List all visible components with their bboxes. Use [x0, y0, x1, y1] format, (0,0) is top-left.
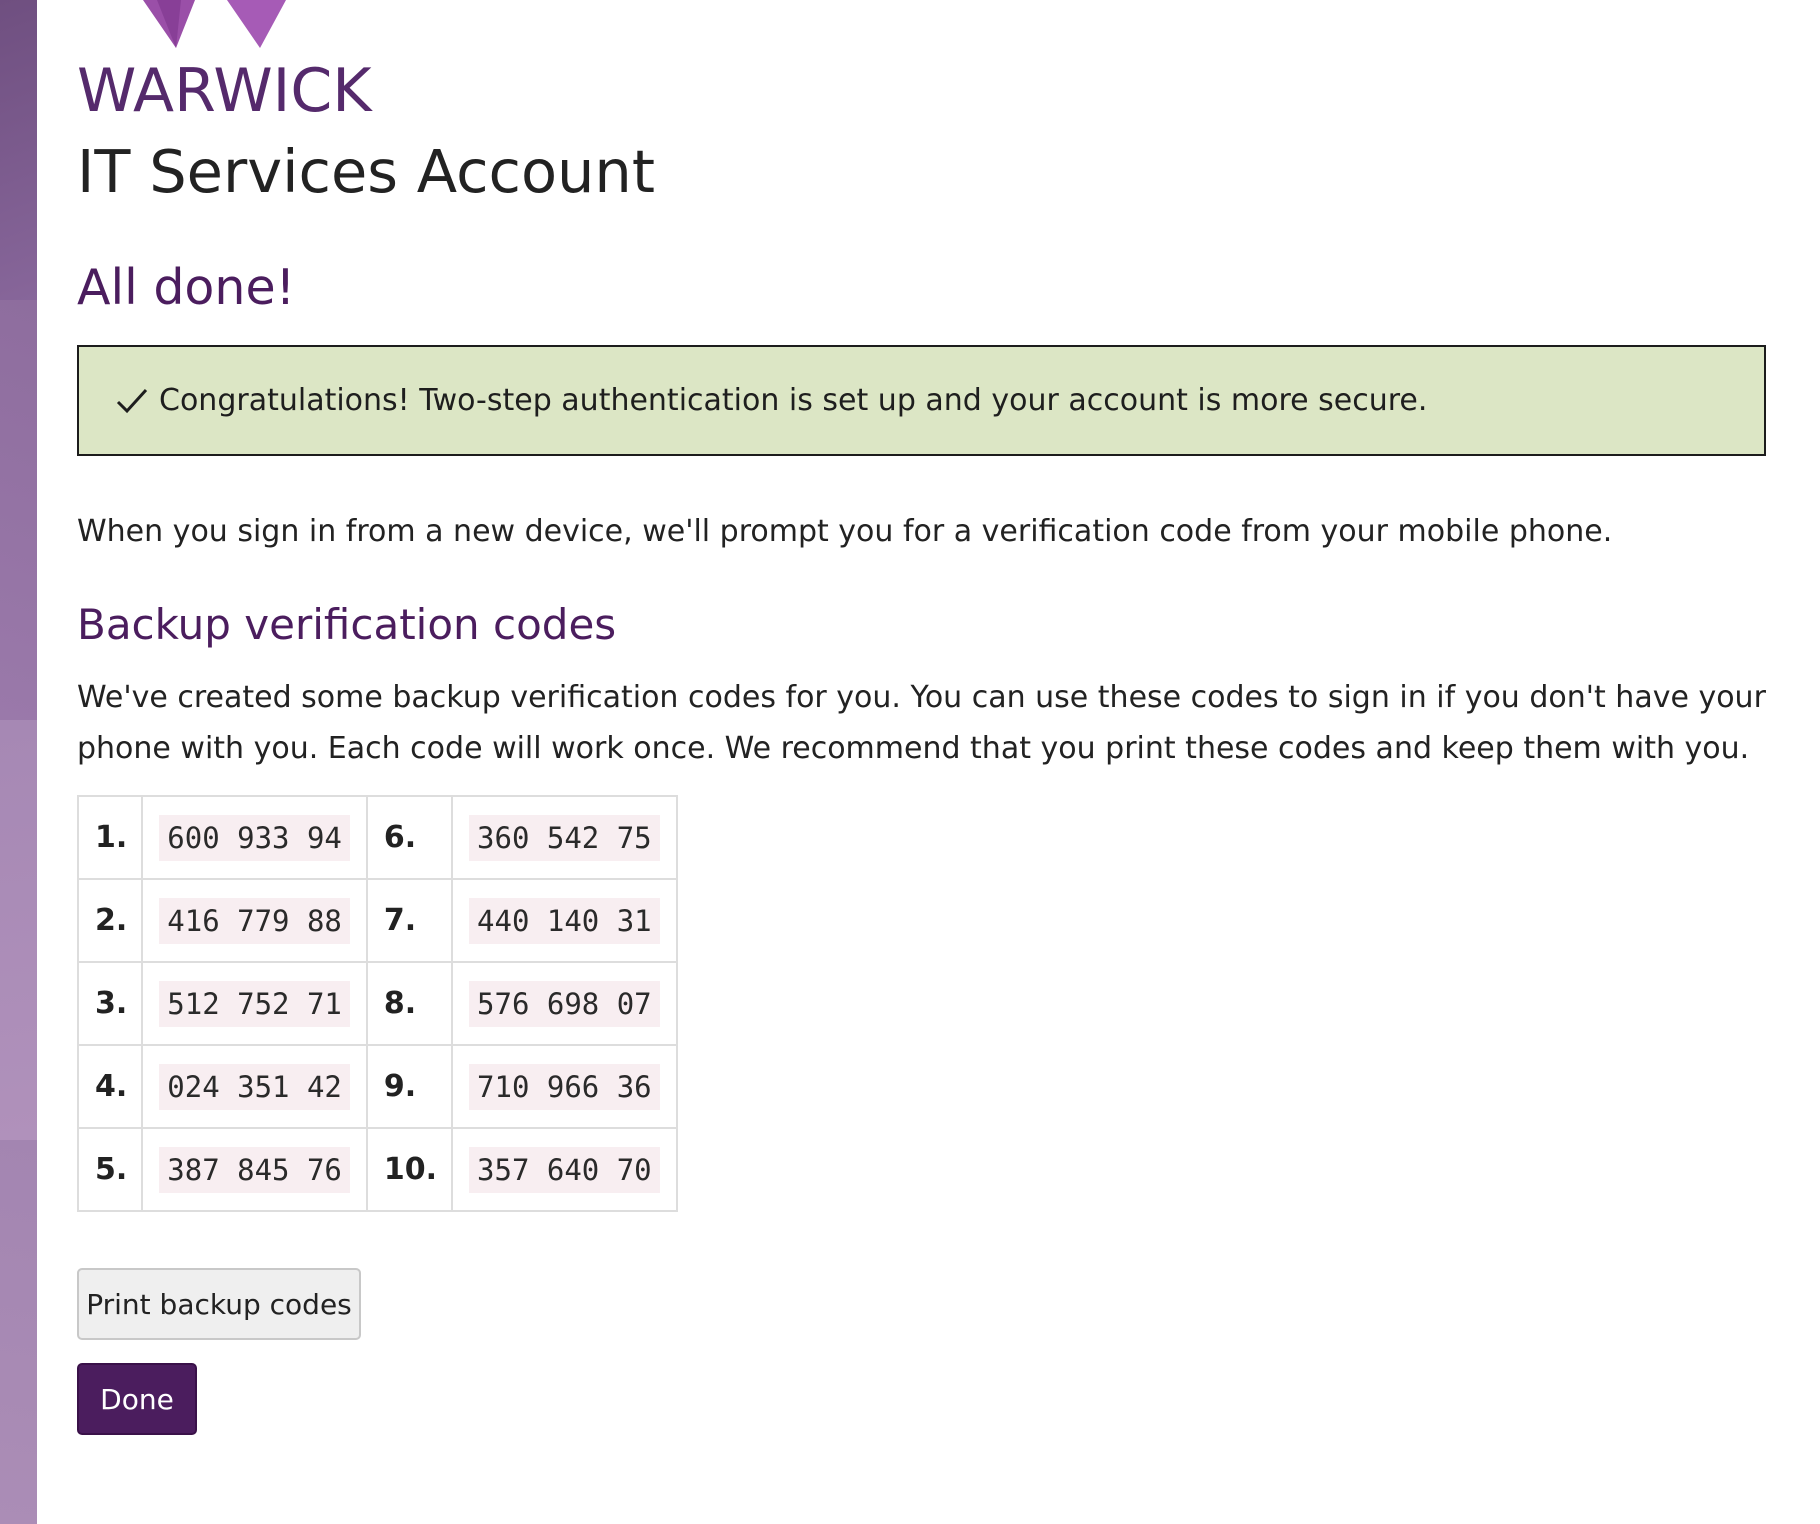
side-facet	[0, 720, 37, 1140]
code-number: 8.	[365, 961, 454, 1046]
warwick-logo[interactable]: WARWICK	[77, 0, 377, 122]
done-button[interactable]: Done	[77, 1363, 197, 1435]
code-number: 5.	[76, 1127, 144, 1212]
code-cell: 710 966 36	[451, 1044, 678, 1129]
code-number: 4.	[76, 1044, 144, 1129]
code-number: 6.	[365, 795, 454, 880]
backup-code: 440 140 31	[469, 897, 660, 944]
code-cell: 416 779 88	[141, 878, 368, 963]
table-row: 1. 600 933 94 6. 360 542 75	[76, 795, 678, 880]
code-number: 10.	[365, 1127, 454, 1212]
status-heading: All done!	[77, 259, 296, 316]
code-cell: 600 933 94	[141, 795, 368, 880]
logo-wordmark: WARWICK	[77, 56, 372, 126]
backup-code: 416 779 88	[159, 897, 350, 944]
code-cell: 024 351 42	[141, 1044, 368, 1129]
table-row: 4. 024 351 42 9. 710 966 36	[76, 1044, 678, 1129]
backup-code: 512 752 71	[159, 980, 350, 1027]
backup-code: 710 966 36	[469, 1063, 660, 1110]
logo-triangles-icon	[143, 0, 286, 48]
check-icon	[116, 388, 148, 413]
side-facet	[0, 0, 37, 300]
backup-code: 600 933 94	[159, 814, 350, 861]
code-cell: 357 640 70	[451, 1127, 678, 1212]
page-title: IT Services Account	[77, 137, 655, 206]
code-number: 3.	[76, 961, 144, 1046]
decorative-side-strip	[0, 0, 37, 1524]
backup-codes-description: We've created some backup verification c…	[77, 680, 1766, 766]
code-cell: 360 542 75	[451, 795, 678, 880]
backup-codes-heading: Backup verification codes	[77, 600, 617, 649]
backup-codes-table: 1. 600 933 94 6. 360 542 75 2. 416 779 8…	[76, 795, 678, 1212]
intro-text: When you sign in from a new device, we'l…	[77, 514, 1613, 549]
table-row: 5. 387 845 76 10. 357 640 70	[76, 1127, 678, 1212]
code-cell: 387 845 76	[141, 1127, 368, 1212]
print-backup-codes-button[interactable]: Print backup codes	[77, 1268, 361, 1340]
side-facet	[0, 1140, 37, 1524]
backup-code: 387 845 76	[159, 1146, 350, 1193]
side-facet	[0, 300, 37, 720]
code-cell: 440 140 31	[451, 878, 678, 963]
backup-code: 357 640 70	[469, 1146, 660, 1193]
success-alert: Congratulations! Two-step authentication…	[77, 345, 1766, 456]
code-cell: 512 752 71	[141, 961, 368, 1046]
code-number: 9.	[365, 1044, 454, 1129]
table-row: 2. 416 779 88 7. 440 140 31	[76, 878, 678, 963]
code-cell: 576 698 07	[451, 961, 678, 1046]
alert-message: Congratulations! Two-step authentication…	[159, 383, 1428, 418]
backup-code: 360 542 75	[469, 814, 660, 861]
code-number: 7.	[365, 878, 454, 963]
backup-code: 024 351 42	[159, 1063, 350, 1110]
code-number: 2.	[76, 878, 144, 963]
table-row: 3. 512 752 71 8. 576 698 07	[76, 961, 678, 1046]
code-number: 1.	[76, 795, 144, 880]
backup-code: 576 698 07	[469, 980, 660, 1027]
